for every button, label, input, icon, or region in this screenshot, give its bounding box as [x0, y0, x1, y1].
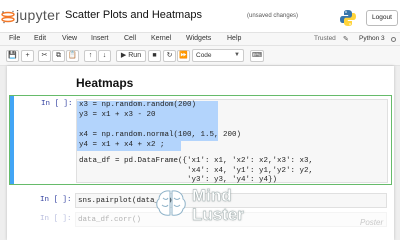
run-icon: ▶	[120, 52, 127, 59]
menu-file[interactable]: File	[9, 35, 20, 42]
jupyter-logo-icon[interactable]	[1, 10, 15, 24]
cell-type-value: Code	[196, 52, 212, 59]
code-line: data_df.corr()	[78, 216, 142, 224]
insert-cell-icon[interactable]: +	[21, 50, 34, 62]
selection-highlight	[77, 121, 218, 131]
code-line: 'x4': x4, 'y1': y1,'y2': y2,	[79, 167, 314, 175]
save-status: (unsaved changes)	[247, 13, 299, 19]
python-logo-icon	[340, 10, 356, 26]
pencil-icon[interactable]: ✎	[343, 35, 349, 43]
cell-selection-bar	[10, 96, 14, 184]
code-line: y4 = x1 + x4 + x2 ;	[79, 141, 165, 149]
run-label: Run	[128, 52, 142, 59]
menu-help[interactable]: Help	[227, 35, 241, 42]
paste-icon[interactable]: 📋	[66, 50, 79, 62]
code-input[interactable]: x3 = np.random.random(200) y3 = x1 + x3 …	[76, 99, 388, 184]
code-line: y3 = x1 + x3 - 20	[79, 111, 156, 119]
save-icon[interactable]: 💾	[6, 50, 19, 62]
move-down-icon[interactable]: ↓	[98, 50, 111, 62]
restart-icon[interactable]: ↻	[163, 50, 176, 62]
stop-icon[interactable]: ■	[148, 50, 161, 62]
menu-edit[interactable]: Edit	[34, 35, 46, 42]
cell-prompt: In [ ]:	[40, 196, 72, 204]
notebook-toolbar: 💾 + ✂ ⧉ 📋 ↑ ↓ ▶ Run ■ ↻ ⏩ Code ▼ ⌨	[0, 46, 400, 66]
run-button[interactable]: ▶ Run	[116, 50, 146, 62]
menu-view[interactable]: View	[62, 35, 77, 42]
code-line: 'y3': y3, 'y4': y4})	[79, 176, 278, 184]
trusted-indicator[interactable]: Trusted	[314, 35, 336, 42]
watermark-text: Mind	[192, 186, 232, 205]
kernel-status-icon	[391, 37, 396, 42]
menu-bar: File Edit View Insert Cell Kernel Widget…	[0, 32, 400, 46]
menu-insert[interactable]: Insert	[91, 35, 109, 42]
move-up-icon[interactable]: ↑	[84, 50, 97, 62]
copy-icon[interactable]: ⧉	[52, 50, 65, 62]
cut-icon[interactable]: ✂	[38, 50, 51, 62]
menu-kernel[interactable]: Kernel	[151, 35, 171, 42]
markdown-heading[interactable]: Heatmaps	[76, 76, 133, 90]
code-line: x3 = np.random.random(200)	[79, 101, 197, 109]
jupyter-logo-text[interactable]: jupyter	[16, 7, 60, 23]
fast-forward-icon[interactable]: ⏩	[177, 50, 190, 62]
watermark-small-text: Poster	[360, 218, 384, 227]
cell-prompt: In [ ]:	[41, 100, 73, 108]
logout-button[interactable]: Logout	[366, 10, 398, 26]
keyboard-icon[interactable]: ⌨	[250, 50, 264, 62]
brain-logo-icon	[156, 190, 186, 216]
menu-cell[interactable]: Cell	[124, 35, 136, 42]
watermark-text: Luster	[192, 205, 244, 224]
notebook-header: jupyter Scatter Plots and Heatmaps (unsa…	[0, 0, 400, 32]
kernel-name[interactable]: Python 3	[359, 35, 385, 42]
code-cell-selected[interactable]: In [ ]: x3 = np.random.random(200) y3 = …	[9, 95, 392, 185]
cell-prompt: In [ ]:	[40, 215, 72, 223]
cell-type-select[interactable]: Code ▼	[192, 49, 244, 62]
notebook-title[interactable]: Scatter Plots and Heatmaps	[65, 9, 202, 21]
menu-widgets[interactable]: Widgets	[186, 35, 211, 42]
code-line: x4 = np.random.normal(100, 1.5, 200)	[79, 131, 242, 139]
code-line: data_df = pd.DataFrame({'x1': x1, 'x2': …	[79, 157, 314, 165]
chevron-down-icon: ▼	[234, 52, 240, 58]
